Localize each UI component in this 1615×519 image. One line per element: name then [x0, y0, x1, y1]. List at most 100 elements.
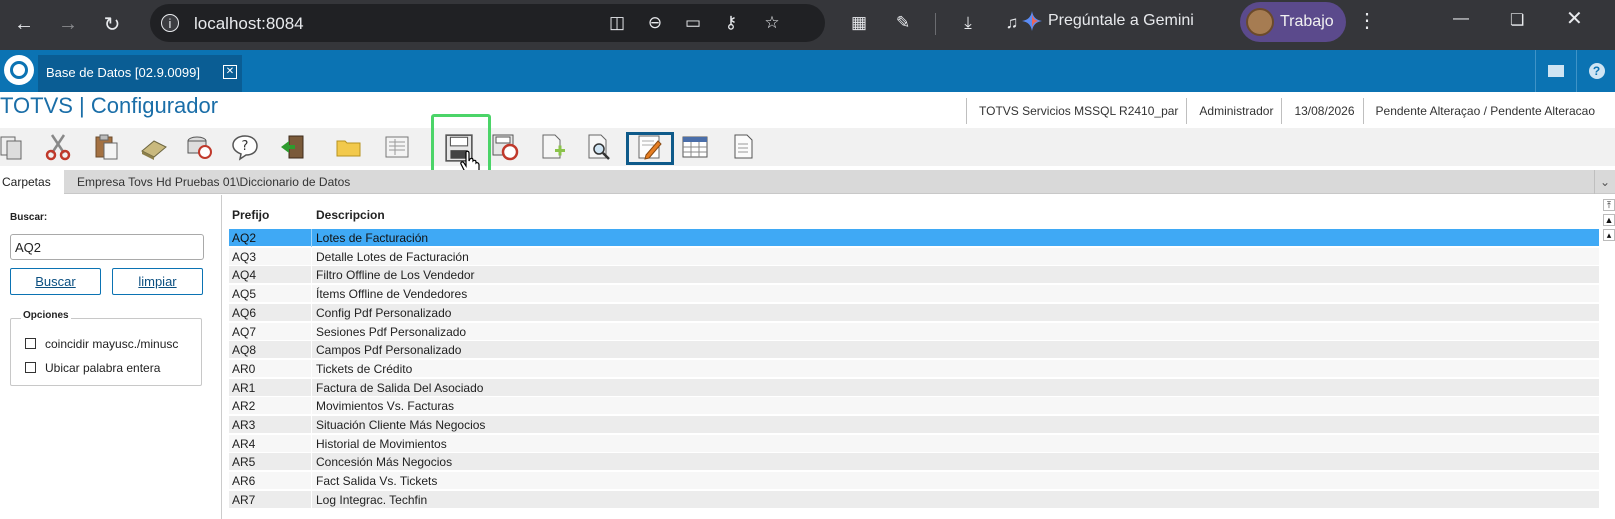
- prefix-cell[interactable]: AR0: [229, 359, 312, 378]
- table-row[interactable]: AR3 Situación Cliente Más Negocios: [229, 416, 1599, 434]
- table-row[interactable]: AQ6 Config Pdf Personalizado: [229, 303, 1599, 322]
- description-cell[interactable]: Detalle Lotes de Facturación: [313, 248, 1599, 266]
- description-cell[interactable]: Campos Pdf Personalizado: [313, 341, 1599, 359]
- database-icon[interactable]: [185, 133, 213, 161]
- prefix-cell[interactable]: AQ3: [229, 247, 312, 266]
- column-header-descripcion[interactable]: Descripcion: [316, 208, 385, 222]
- search-input[interactable]: AQ2: [10, 234, 204, 260]
- help-circle-icon[interactable]: ?: [1576, 50, 1615, 92]
- description-cell[interactable]: Concesión Más Negocios: [313, 453, 1599, 471]
- preview-icon[interactable]: [585, 133, 613, 161]
- description-cell[interactable]: Historial de Movimientos: [313, 435, 1599, 453]
- table-row[interactable]: AR2 Movimientos Vs. Facturas: [229, 397, 1599, 416]
- buscar-button[interactable]: Buscar: [10, 268, 101, 295]
- case-checkbox[interactable]: [25, 338, 36, 349]
- edit-icon[interactable]: [636, 133, 664, 161]
- table-row[interactable]: AR7 Log Integrac. Techfin: [229, 490, 1599, 509]
- table-row[interactable]: AR6 Fact Salida Vs. Tickets: [229, 472, 1599, 491]
- site-info-icon[interactable]: i: [161, 14, 179, 32]
- table-row[interactable]: AR1 Factura de Salida Del Asociado: [229, 378, 1599, 397]
- table-row[interactable]: AQ4 Filtro Offline de Los Vendedor: [229, 266, 1599, 285]
- close-tab-icon[interactable]: ✕: [223, 65, 237, 79]
- paste-icon[interactable]: [93, 133, 121, 161]
- table-row[interactable]: AQ5 Ítems Offline de Vendedores: [229, 285, 1599, 304]
- prefix-cell[interactable]: AQ6: [229, 303, 312, 322]
- prefix-cell[interactable]: AR2: [229, 397, 312, 416]
- prefix-cell[interactable]: AR6: [229, 472, 312, 491]
- prefix-cell[interactable]: AR5: [229, 453, 312, 472]
- prefix-cell[interactable]: AR4: [229, 434, 312, 453]
- table-row[interactable]: AQ3 Detalle Lotes de Facturación: [229, 247, 1599, 266]
- schedule-save-icon[interactable]: [491, 133, 519, 161]
- profile-chip[interactable]: Trabajo: [1240, 2, 1346, 42]
- restore-icon[interactable]: ❏: [1510, 10, 1524, 30]
- whole-word-checkbox[interactable]: [25, 362, 36, 373]
- gemini-icon[interactable]: [1022, 11, 1042, 31]
- description-cell[interactable]: Situación Cliente Más Negocios: [313, 416, 1599, 434]
- prefix-cell[interactable]: AQ2: [229, 229, 312, 247]
- scroll-page-up-icon[interactable]: ▲: [1603, 214, 1615, 226]
- zoom-icon[interactable]: ⊖: [643, 12, 667, 34]
- prefix-cell[interactable]: AQ5: [229, 285, 312, 304]
- case-option-label[interactable]: coincidir mayusc./minusc: [45, 337, 178, 351]
- address-bar[interactable]: i localhost:8084 ◫ ⊖ ▭ ⚷ ☆: [150, 4, 825, 42]
- reload-icon[interactable]: ↻: [96, 8, 128, 40]
- description-cell[interactable]: Fact Salida Vs. Tickets: [313, 472, 1599, 490]
- totvs-logo-icon: [4, 55, 34, 85]
- column-header-prefijo[interactable]: Prefijo: [232, 208, 269, 222]
- description-cell[interactable]: Sesiones Pdf Personalizado: [313, 323, 1599, 341]
- description-cell[interactable]: Filtro Offline de Los Vendedor: [313, 266, 1599, 284]
- extensions-icon[interactable]: ✎: [890, 10, 916, 36]
- qr-code-icon[interactable]: ▦: [846, 10, 872, 36]
- description-cell[interactable]: Tickets de Crédito: [313, 360, 1599, 378]
- table-row[interactable]: AQ2 Lotes de Facturación: [229, 229, 1599, 247]
- app-tab[interactable]: Base de Datos [02.9.0099] ✕: [38, 55, 242, 92]
- url-text[interactable]: localhost:8084: [194, 14, 304, 34]
- carpetas-label[interactable]: Carpetas: [0, 170, 64, 194]
- table-row[interactable]: AR5 Concesión Más Negocios: [229, 453, 1599, 472]
- eraser-icon[interactable]: [140, 133, 168, 161]
- limpiar-button[interactable]: limpiar: [112, 268, 203, 295]
- chevron-down-icon[interactable]: ⌄: [1594, 170, 1615, 194]
- description-cell[interactable]: Factura de Salida Del Asociado: [313, 379, 1599, 397]
- list-icon[interactable]: [383, 133, 411, 161]
- description-cell[interactable]: Movimientos Vs. Facturas: [313, 397, 1599, 415]
- help-icon[interactable]: ?: [231, 133, 259, 161]
- scroll-up-icon[interactable]: ▴: [1603, 229, 1615, 241]
- back-icon[interactable]: ←: [8, 8, 40, 40]
- table-row[interactable]: AR4 Historial de Movimientos: [229, 434, 1599, 453]
- copy-icon[interactable]: [0, 133, 28, 161]
- cut-icon[interactable]: [44, 133, 72, 161]
- forward-icon[interactable]: →: [52, 8, 84, 40]
- prefix-cell[interactable]: AR3: [229, 416, 312, 434]
- prefix-cell[interactable]: AQ7: [229, 322, 312, 341]
- whole-word-option-label[interactable]: Ubicar palabra entera: [45, 361, 160, 375]
- download-icon[interactable]: ⤓: [955, 10, 981, 36]
- install-app-icon[interactable]: ▭: [681, 12, 705, 34]
- description-cell[interactable]: Config Pdf Personalizado: [313, 304, 1599, 322]
- prefix-cell[interactable]: AQ8: [229, 341, 312, 360]
- mail-icon[interactable]: [1535, 50, 1575, 92]
- table-row[interactable]: AR0 Tickets de Crédito: [229, 359, 1599, 378]
- prefix-cell[interactable]: AQ4: [229, 266, 312, 285]
- scroll-top-icon[interactable]: ⤒: [1603, 199, 1615, 211]
- folder-icon[interactable]: [335, 133, 363, 161]
- gemini-button[interactable]: Pregúntale a Gemini: [1048, 12, 1194, 30]
- description-cell[interactable]: Ítems Offline de Vendedores: [313, 285, 1599, 303]
- minimize-icon[interactable]: —: [1453, 10, 1469, 28]
- prefix-cell[interactable]: AR1: [229, 378, 312, 397]
- document-icon[interactable]: [731, 133, 759, 161]
- close-window-icon[interactable]: ✕: [1566, 6, 1583, 31]
- menu-kebab-icon[interactable]: ⋮: [1357, 8, 1377, 33]
- table-row[interactable]: AQ8 Campos Pdf Personalizado: [229, 341, 1599, 360]
- exit-icon[interactable]: [279, 133, 307, 161]
- bookmark-star-icon[interactable]: ☆: [760, 12, 784, 34]
- table-row[interactable]: AQ7 Sesiones Pdf Personalizado: [229, 322, 1599, 341]
- add-document-icon[interactable]: [539, 133, 567, 161]
- translate-icon[interactable]: ◫: [605, 12, 629, 34]
- password-key-icon[interactable]: ⚷: [719, 12, 743, 34]
- table-icon[interactable]: [681, 133, 709, 161]
- description-cell[interactable]: Log Integrac. Techfin: [313, 491, 1599, 509]
- prefix-cell[interactable]: AR7: [229, 490, 312, 509]
- description-cell[interactable]: Lotes de Facturación: [313, 229, 1599, 247]
